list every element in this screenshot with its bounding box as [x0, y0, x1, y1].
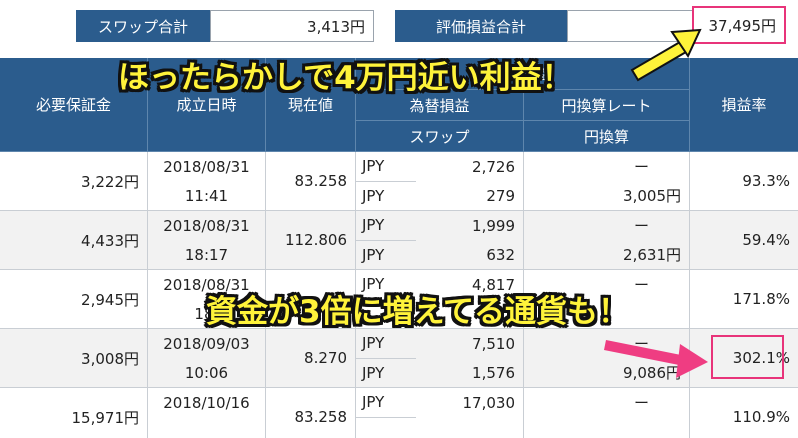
arrow-bottom-icon — [604, 340, 708, 378]
